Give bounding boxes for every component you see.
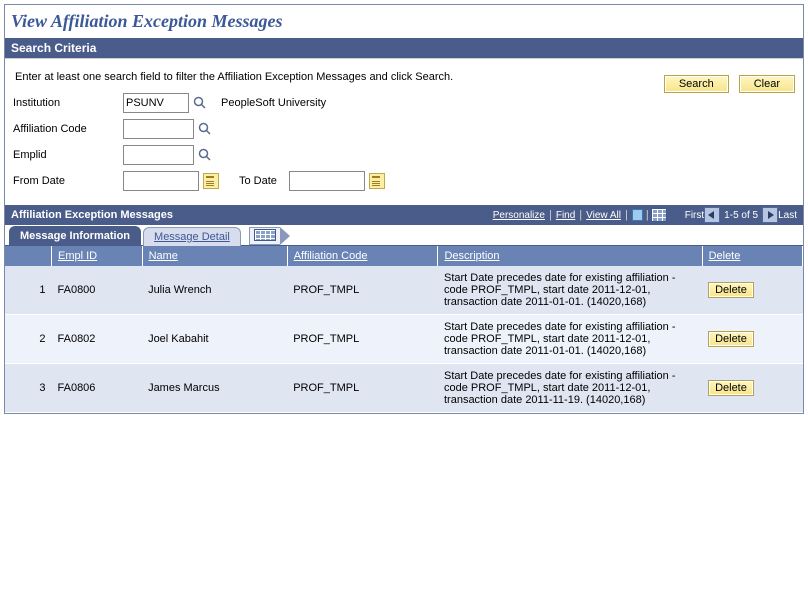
- lookup-icon[interactable]: [198, 122, 212, 136]
- lookup-icon[interactable]: [193, 96, 207, 110]
- affiliation-code-input[interactable]: [123, 119, 194, 139]
- institution-input[interactable]: [123, 93, 189, 113]
- table-row: 3 FA0806 James Marcus PROF_TMPL Start Da…: [5, 364, 803, 413]
- page-container: View Affiliation Exception Messages Sear…: [4, 4, 804, 414]
- cell-affiliation-code: PROF_TMPL: [287, 266, 438, 315]
- grid-tabstrip: Message Information Message Detail: [5, 225, 803, 246]
- tab-message-information[interactable]: Message Information: [9, 226, 141, 246]
- emplid-input[interactable]: [123, 145, 194, 165]
- cell-description: Start Date precedes date for existing af…: [438, 315, 702, 364]
- institution-description: PeopleSoft University: [221, 97, 326, 109]
- nav-first-label: First: [685, 210, 704, 221]
- row-number: 1: [5, 266, 52, 315]
- show-all-columns-button[interactable]: [249, 227, 290, 245]
- page-title: View Affiliation Exception Messages: [5, 5, 803, 38]
- col-rownum: [5, 246, 52, 266]
- delete-button[interactable]: Delete: [708, 282, 754, 298]
- delete-button[interactable]: Delete: [708, 380, 754, 396]
- to-date-input[interactable]: [289, 171, 365, 191]
- cell-emplid: FA0802: [52, 315, 143, 364]
- nav-last-label: Last: [778, 210, 797, 221]
- download-icon[interactable]: [651, 208, 667, 222]
- col-emplid[interactable]: Empl ID: [52, 246, 143, 266]
- grid-icon: [249, 227, 280, 245]
- zoom-icon[interactable]: [630, 208, 644, 222]
- cell-name: Julia Wrench: [142, 266, 287, 315]
- view-all-link[interactable]: View All: [586, 210, 621, 221]
- exception-messages-table: Empl ID Name Affiliation Code Descriptio…: [5, 246, 803, 413]
- row-number: 2: [5, 315, 52, 364]
- cell-description: Start Date precedes date for existing af…: [438, 266, 702, 315]
- search-button-row: Search Clear: [664, 75, 795, 93]
- search-criteria-panel: Enter at least one search field to filte…: [5, 58, 803, 205]
- find-link[interactable]: Find: [556, 210, 575, 221]
- from-date-input[interactable]: [123, 171, 199, 191]
- cell-name: James Marcus: [142, 364, 287, 413]
- col-name[interactable]: Name: [142, 246, 287, 266]
- grid-header-bar: Affiliation Exception Messages Personali…: [5, 205, 803, 225]
- grid-section-title: Affiliation Exception Messages: [11, 209, 173, 221]
- search-button[interactable]: Search: [664, 75, 729, 93]
- affiliation-code-label: Affiliation Code: [13, 123, 123, 135]
- to-date-label: To Date: [239, 175, 277, 187]
- table-row: 1 FA0800 Julia Wrench PROF_TMPL Start Da…: [5, 266, 803, 315]
- cell-description: Start Date precedes date for existing af…: [438, 364, 702, 413]
- cell-name: Joel Kabahit: [142, 315, 287, 364]
- cell-emplid: FA0806: [52, 364, 143, 413]
- cell-affiliation-code: PROF_TMPL: [287, 364, 438, 413]
- institution-label: Institution: [13, 97, 123, 109]
- cell-affiliation-code: PROF_TMPL: [287, 315, 438, 364]
- emplid-label: Emplid: [13, 149, 123, 161]
- tab-message-detail[interactable]: Message Detail: [143, 227, 241, 246]
- calendar-icon[interactable]: [369, 173, 385, 189]
- calendar-icon[interactable]: [203, 173, 219, 189]
- table-row: 2 FA0802 Joel Kabahit PROF_TMPL Start Da…: [5, 315, 803, 364]
- row-counter: 1-5 of 5: [724, 210, 758, 221]
- cell-emplid: FA0800: [52, 266, 143, 315]
- col-delete[interactable]: Delete: [702, 246, 802, 266]
- chevron-right-icon: [280, 227, 290, 245]
- row-number: 3: [5, 364, 52, 413]
- col-description[interactable]: Description: [438, 246, 702, 266]
- lookup-icon[interactable]: [198, 148, 212, 162]
- search-criteria-header: Search Criteria: [5, 38, 803, 58]
- delete-button[interactable]: Delete: [708, 331, 754, 347]
- from-date-label: From Date: [13, 175, 123, 187]
- col-affiliation-code[interactable]: Affiliation Code: [287, 246, 438, 266]
- next-icon[interactable]: [762, 207, 778, 223]
- previous-icon[interactable]: [704, 207, 720, 223]
- clear-button[interactable]: Clear: [739, 75, 795, 93]
- personalize-link[interactable]: Personalize: [493, 210, 545, 221]
